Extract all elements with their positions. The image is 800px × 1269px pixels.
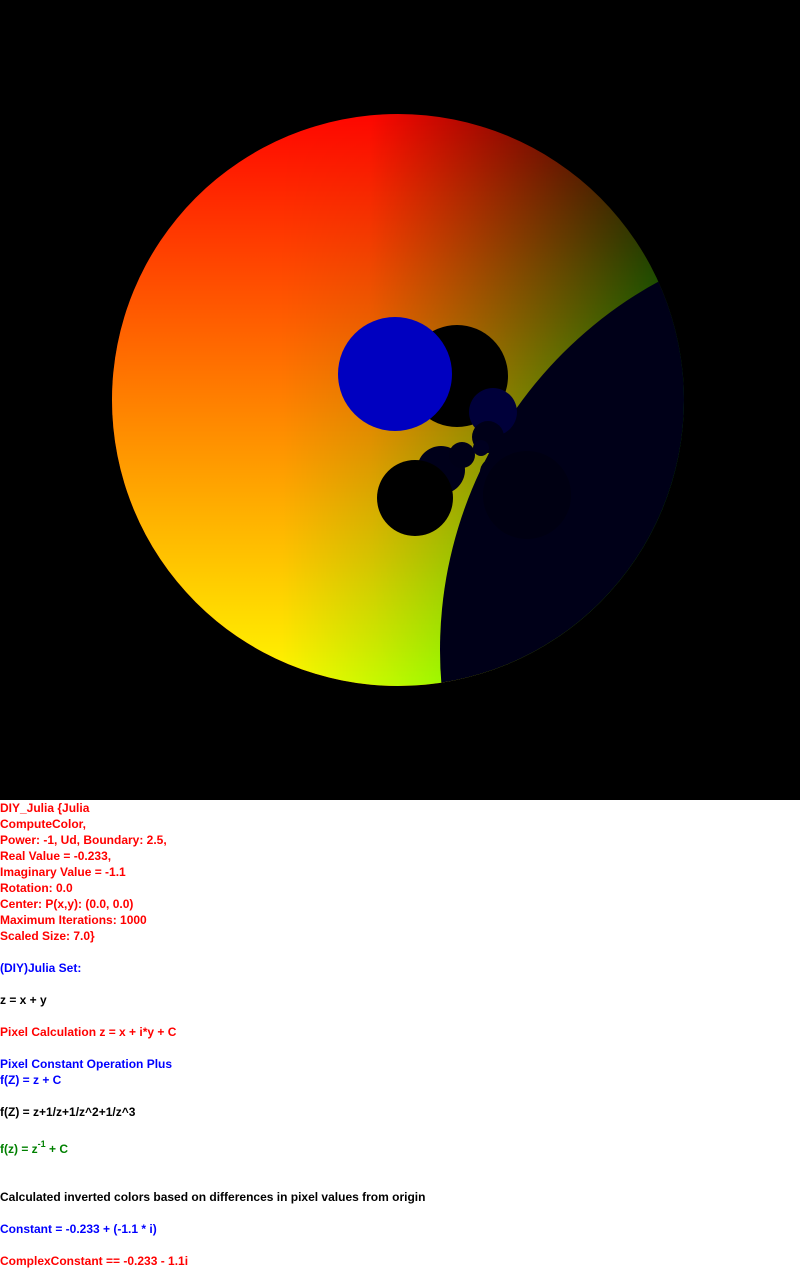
rotation-line: Rotation: 0.0	[0, 881, 73, 895]
operation-line: Pixel Constant Operation Plus	[0, 1057, 173, 1071]
info-panel: DIY_Julia {Julia ComputeColor, Power: -1…	[0, 800, 800, 1269]
complex-constant-line: ComplexConstant == -0.233 - 1.1i	[0, 1254, 189, 1268]
julia-fractal-image	[0, 0, 800, 800]
formula-1-line: f(Z) = z + C	[0, 1073, 62, 1087]
real-value-line: Real Value = -0.233,	[0, 849, 112, 863]
inverted-colors-line: Calculated inverted colors based on diff…	[0, 1190, 426, 1204]
z-definition-line: z = x + y	[0, 993, 47, 1007]
imaginary-value-line: Imaginary Value = -1.1	[0, 865, 126, 879]
power-line: Power: -1, Ud, Boundary: 2.5,	[0, 833, 167, 847]
max-iterations-line: Maximum Iterations: 1000	[0, 913, 147, 927]
formula-3-base: f(z) = z	[0, 1142, 38, 1156]
center-line: Center: P(x,y): (0.0, 0.0)	[0, 897, 134, 911]
formula-3-line: f(z) = z-1 + C	[0, 1139, 69, 1157]
scaled-size-line: Scaled Size: 7.0}	[0, 929, 95, 943]
formula-3-exponent: -1	[37, 1139, 46, 1149]
fractal-canvas-area	[0, 0, 800, 800]
pixel-calculation-line: Pixel Calculation z = x + i*y + C	[0, 1025, 177, 1039]
formula-2-line: f(Z) = z+1/z+1/z^2+1/z^3	[0, 1105, 136, 1119]
compute-line: ComputeColor,	[0, 817, 86, 831]
title-line: DIY_Julia {Julia	[0, 801, 90, 815]
constant-line: Constant = -0.233 + (-1.1 * i)	[0, 1222, 157, 1236]
set-name-line: (DIY)Julia Set:	[0, 961, 82, 975]
formula-3-tail: + C	[45, 1142, 69, 1156]
